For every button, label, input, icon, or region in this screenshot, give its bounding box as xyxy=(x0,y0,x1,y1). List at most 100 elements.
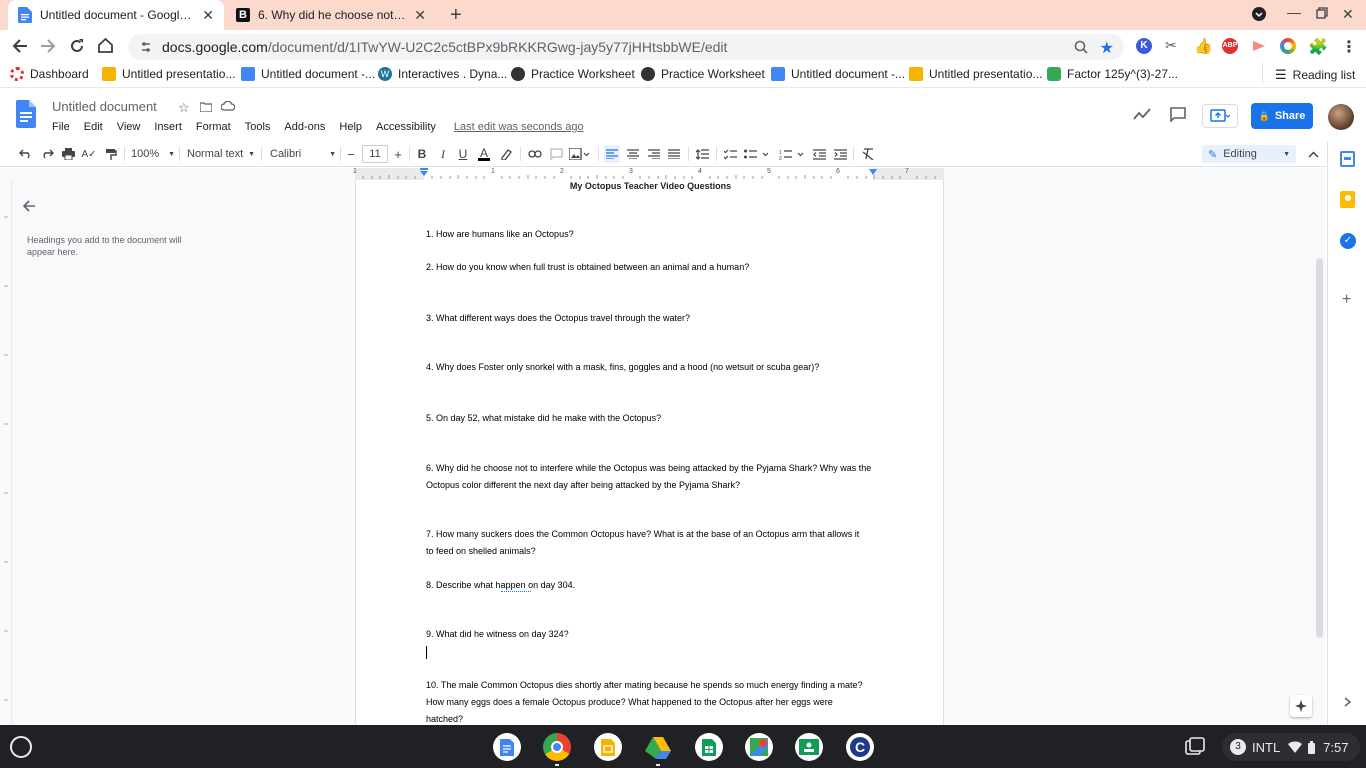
comments-icon[interactable] xyxy=(1170,107,1186,122)
document-title[interactable]: Untitled document xyxy=(52,99,157,114)
menu-help[interactable]: Help xyxy=(339,121,362,133)
checklist-icon[interactable] xyxy=(722,145,738,163)
align-right-icon[interactable] xyxy=(646,145,662,163)
question-7[interactable]: 7. How many suckers does the Common Octo… xyxy=(426,526,866,560)
avatar[interactable] xyxy=(1328,104,1354,130)
shelf-chrome-icon[interactable] xyxy=(543,733,571,761)
get-add-ons-icon[interactable]: + xyxy=(1342,291,1351,309)
indent-marker-icon[interactable] xyxy=(419,168,429,178)
bulleted-list-icon[interactable] xyxy=(743,145,771,163)
clear-formatting-icon[interactable] xyxy=(860,145,876,163)
tab-question-six[interactable]: B 6. Why did he choose not to inte ✕ xyxy=(226,0,436,30)
highlight-color-icon[interactable] xyxy=(499,145,513,163)
increase-font-size-icon[interactable]: + xyxy=(392,145,404,163)
question-4[interactable]: 4. Why does Foster only snorkel with a m… xyxy=(426,359,886,376)
numbered-list-icon[interactable]: 12 xyxy=(778,145,806,163)
text-color-icon[interactable]: A xyxy=(477,145,491,163)
bookmark-worksheet-1[interactable]: Practice Worksheet xyxy=(511,67,635,81)
document-heading[interactable]: My Octopus Teacher Video Questions xyxy=(356,180,945,195)
question-2[interactable]: 2. How do you know when full trust is ob… xyxy=(426,259,876,276)
shelf-slides-icon[interactable] xyxy=(594,733,622,761)
paragraph-style-select[interactable]: Normal text ▼ xyxy=(187,145,255,163)
reload-icon[interactable] xyxy=(69,38,85,54)
menu-add-ons[interactable]: Add-ons xyxy=(284,121,325,133)
menu-view[interactable]: View xyxy=(117,121,141,133)
close-outline-icon[interactable] xyxy=(22,200,36,212)
bookmark-doc-1[interactable]: Untitled document -... xyxy=(241,67,375,81)
print-icon[interactable] xyxy=(60,145,76,163)
collapse-menus-icon[interactable] xyxy=(1306,145,1320,163)
docs-home-icon[interactable] xyxy=(16,100,36,128)
grammar-suggestion-underline[interactable] xyxy=(501,591,531,592)
present-meeting-button[interactable] xyxy=(1202,104,1238,128)
address-bar[interactable]: docs.google.com/document/d/1ITwYW-U2C2c5… xyxy=(128,34,1124,60)
new-tab-icon[interactable]: + xyxy=(450,4,462,27)
shelf-canvas-icon[interactable]: C xyxy=(846,733,874,761)
question-10[interactable]: 10. The male Common Octopus dies shortly… xyxy=(426,677,871,725)
expand-panel-icon[interactable] xyxy=(1344,697,1352,707)
extensions-puzzle-icon[interactable]: 🧩 xyxy=(1308,37,1328,57)
editing-mode-select[interactable]: ✎ Editing ▼ xyxy=(1202,145,1296,163)
question-3[interactable]: 3. What different ways does the Octopus … xyxy=(426,310,876,327)
adblock-plus-icon[interactable]: ABP xyxy=(1222,38,1238,54)
menu-file[interactable]: File xyxy=(52,121,70,133)
scissors-extension-icon[interactable]: ✂ xyxy=(1165,37,1177,54)
holding-space-icon[interactable] xyxy=(1185,737,1205,755)
move-folder-icon[interactable] xyxy=(200,102,212,112)
screencast-extension-icon[interactable] xyxy=(1251,38,1267,54)
zoom-icon[interactable] xyxy=(1074,40,1088,54)
browser-menu-icon[interactable]: ⋮ xyxy=(1341,37,1357,57)
zoom-select[interactable]: 100% ▼ xyxy=(131,145,175,163)
vertical-scrollbar[interactable] xyxy=(1316,258,1323,638)
question-6[interactable]: 6. Why did he choose not to interfere wh… xyxy=(426,460,876,494)
bookmark-doc-2[interactable]: Untitled document -... xyxy=(771,67,905,81)
document-page[interactable]: My Octopus Teacher Video Questions 1. Ho… xyxy=(355,180,944,725)
decrease-font-size-icon[interactable]: − xyxy=(345,145,357,163)
tab-search-icon[interactable] xyxy=(1252,7,1266,21)
shelf-maps-icon[interactable] xyxy=(745,733,773,761)
color-picker-extension-icon[interactable] xyxy=(1280,38,1296,54)
justify-icon[interactable] xyxy=(666,145,682,163)
close-tab-icon[interactable]: ✕ xyxy=(202,7,214,24)
bookmark-interactives[interactable]: W Interactives . Dyna... xyxy=(378,67,507,81)
decrease-indent-icon[interactable] xyxy=(811,145,827,163)
menu-tools[interactable]: Tools xyxy=(245,121,271,133)
restore-window-icon[interactable] xyxy=(1316,7,1328,19)
bookmark-dashboard[interactable]: Dashboard xyxy=(10,67,89,81)
font-size-input[interactable]: 11 xyxy=(362,145,388,163)
home-icon[interactable] xyxy=(97,37,114,54)
shelf-drive-icon[interactable] xyxy=(644,733,672,761)
insert-image-icon[interactable] xyxy=(568,145,592,163)
bookmark-factor[interactable]: Factor 125y^(3)-27... xyxy=(1047,67,1178,81)
forward-icon[interactable] xyxy=(40,38,56,54)
launcher-icon[interactable] xyxy=(10,736,32,758)
bookmark-star-icon[interactable]: ★ xyxy=(1100,38,1114,58)
add-comment-icon[interactable] xyxy=(548,145,564,163)
bookmark-slides-2[interactable]: Untitled presentatio... xyxy=(909,67,1042,81)
paint-format-icon[interactable] xyxy=(103,145,119,163)
vertical-ruler[interactable] xyxy=(0,180,12,725)
close-tab-icon[interactable]: ✕ xyxy=(414,7,426,24)
underline-icon[interactable]: U xyxy=(456,145,470,163)
star-icon[interactable]: ☆ xyxy=(178,100,190,116)
site-info-icon[interactable] xyxy=(140,41,152,53)
share-button[interactable]: 🔒 Share xyxy=(1251,103,1313,129)
status-tray[interactable]: 3 INTL 7:57 xyxy=(1222,733,1360,761)
back-icon[interactable] xyxy=(12,38,28,54)
align-left-icon[interactable] xyxy=(604,145,620,163)
reading-list-button[interactable]: ☰ Reading list xyxy=(1275,67,1355,83)
menu-edit[interactable]: Edit xyxy=(84,121,103,133)
font-select[interactable]: Calibri ▼ xyxy=(270,145,336,163)
shelf-sheets-icon[interactable] xyxy=(695,733,723,761)
menu-accessibility[interactable]: Accessibility xyxy=(376,121,436,133)
align-center-icon[interactable] xyxy=(625,145,641,163)
minimize-icon[interactable]: — xyxy=(1287,4,1301,20)
menu-insert[interactable]: Insert xyxy=(154,121,182,133)
bold-icon[interactable]: B xyxy=(415,145,429,163)
line-spacing-icon[interactable] xyxy=(694,145,710,163)
increase-indent-icon[interactable] xyxy=(832,145,848,163)
keep-icon[interactable] xyxy=(1340,191,1355,208)
undo-icon[interactable] xyxy=(18,145,34,163)
italic-icon[interactable]: I xyxy=(436,145,450,163)
activity-dashboard-icon[interactable] xyxy=(1133,108,1151,120)
